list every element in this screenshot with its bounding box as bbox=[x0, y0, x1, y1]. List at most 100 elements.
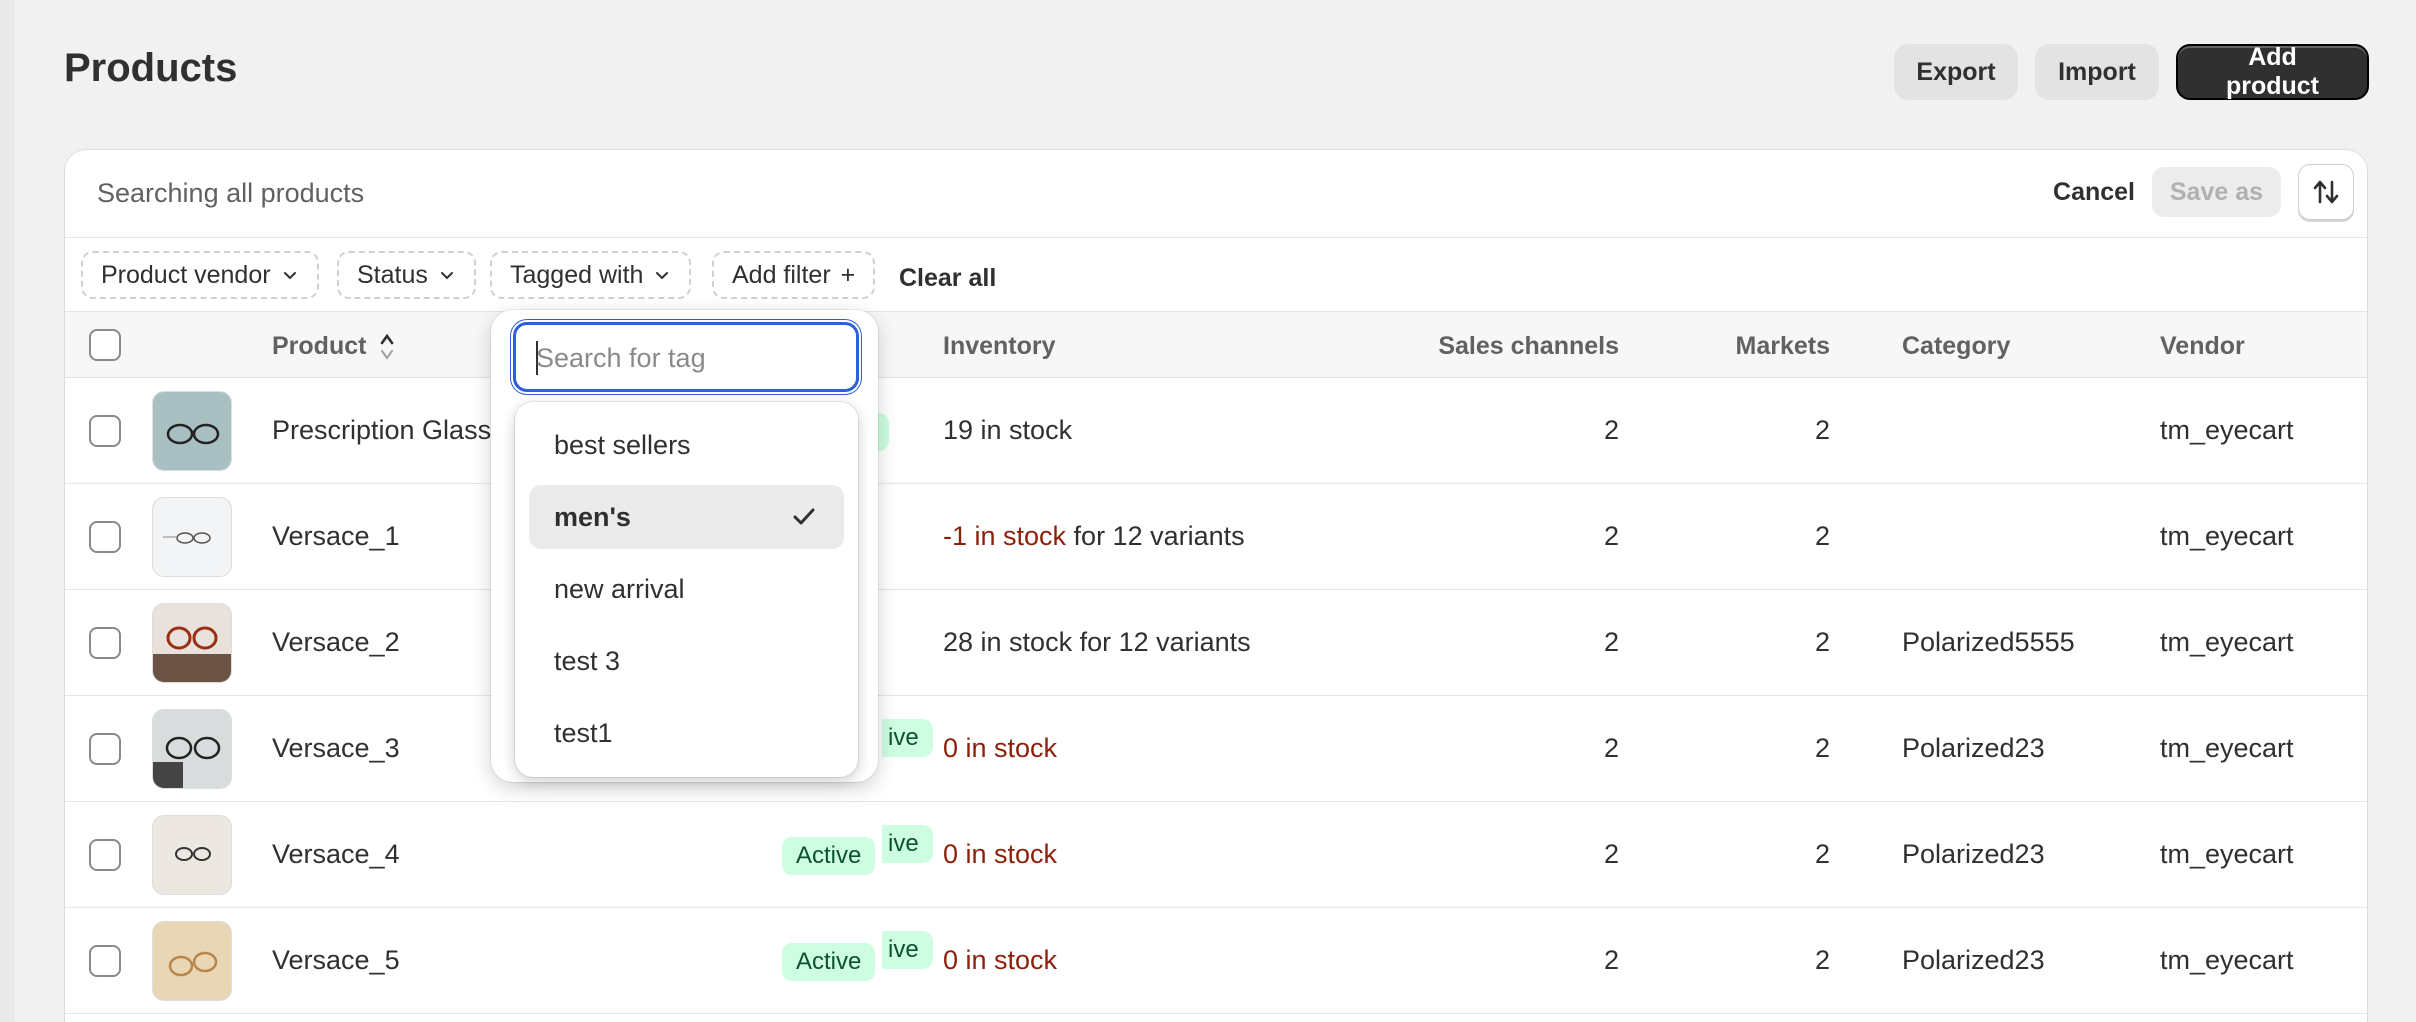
filter-tagged-with[interactable]: Tagged with bbox=[490, 251, 692, 299]
status-badge: Active bbox=[782, 943, 876, 981]
sales-channels-cell: 2 bbox=[1603, 945, 1619, 975]
import-button[interactable]: Import bbox=[2035, 44, 2159, 100]
product-thumbnail bbox=[152, 709, 232, 789]
table-row[interactable]: Versace_1 -1 in stock for 12 variants 2 … bbox=[65, 484, 2367, 590]
row-checkbox[interactable] bbox=[89, 521, 121, 553]
sales-channels-cell: 2 bbox=[1603, 521, 1619, 551]
filter-status[interactable]: Status bbox=[337, 251, 476, 299]
status-badge: Active bbox=[782, 837, 876, 875]
search-row: Searching all products Cancel Save as bbox=[65, 150, 2367, 238]
product-name[interactable]: Prescription Glass bbox=[272, 415, 491, 446]
row-checkbox[interactable] bbox=[89, 415, 121, 447]
vendor-cell: tm_eyecart bbox=[2160, 627, 2294, 657]
table-row[interactable]: Versace_5 Active 0 in stock 2 2 Polarize… bbox=[65, 908, 2367, 1014]
markets-cell: 2 bbox=[1814, 839, 1830, 869]
product-name[interactable]: Versace_4 bbox=[272, 839, 400, 870]
vendor-cell: tm_eyecart bbox=[2160, 945, 2294, 975]
status-badge-partial: ive bbox=[882, 719, 933, 757]
clear-all-button[interactable]: Clear all bbox=[899, 264, 996, 293]
plus-icon: + bbox=[840, 260, 856, 289]
table-header: Product Inventory Sales channels Markets… bbox=[65, 312, 2367, 378]
save-as-button[interactable]: Save as bbox=[2151, 167, 2281, 217]
sales-channels-cell: 2 bbox=[1603, 627, 1619, 657]
sales-channels-cell: 2 bbox=[1603, 415, 1619, 445]
inventory-cell: 19 in stock bbox=[943, 415, 1072, 446]
product-name[interactable]: Versace_2 bbox=[272, 627, 400, 658]
tag-option-label: test1 bbox=[554, 717, 613, 748]
row-checkbox[interactable] bbox=[89, 733, 121, 765]
left-rail bbox=[0, 0, 15, 1022]
product-name[interactable]: Versace_1 bbox=[272, 521, 400, 552]
markets-cell: 2 bbox=[1814, 415, 1830, 445]
tag-option-label: men's bbox=[554, 501, 631, 532]
cancel-search-button[interactable]: Cancel bbox=[2053, 178, 2135, 207]
export-button[interactable]: Export bbox=[1894, 44, 2018, 100]
header-actions: Export Import Add product bbox=[1894, 43, 2369, 100]
row-checkbox[interactable] bbox=[89, 839, 121, 871]
tag-option[interactable]: new arrival bbox=[529, 557, 844, 621]
tag-option-selected[interactable]: men's bbox=[529, 485, 844, 549]
tag-option-label: new arrival bbox=[554, 573, 685, 604]
chevron-down-icon bbox=[283, 272, 296, 280]
inventory-cell: 0 in stock bbox=[943, 945, 1057, 976]
product-thumbnail bbox=[152, 921, 232, 1001]
row-checkbox[interactable] bbox=[89, 945, 121, 977]
table-row[interactable]: Versace_2 28 in stock for 12 variants 2 … bbox=[65, 590, 2367, 696]
filter-product-vendor[interactable]: Product vendor bbox=[81, 251, 319, 299]
inventory-critical: -1 in stock bbox=[943, 521, 1067, 551]
category-cell: Polarized23 bbox=[1902, 733, 2045, 763]
page-title: Products bbox=[64, 46, 238, 90]
table-row[interactable]: Versace_4 Active 0 in stock 2 2 Polarize… bbox=[65, 802, 2367, 908]
chevron-down-icon bbox=[440, 272, 453, 280]
inventory-cell: 0 in stock bbox=[943, 733, 1057, 764]
column-label: Product bbox=[272, 332, 367, 360]
product-thumbnail bbox=[152, 391, 232, 471]
filter-label: Status bbox=[357, 260, 428, 289]
tag-search-input[interactable]: Search for tag bbox=[513, 322, 859, 392]
sales-channels-cell: 2 bbox=[1603, 733, 1619, 763]
vendor-cell: tm_eyecart bbox=[2160, 415, 2294, 445]
tag-option[interactable]: test1 bbox=[529, 701, 844, 765]
column-header-vendor[interactable]: Vendor bbox=[2160, 332, 2245, 361]
table-row[interactable]: Versace_3 0 in stock 2 2 Polarized23 tm_… bbox=[65, 696, 2367, 802]
inventory-text: 28 in stock for 12 variants bbox=[943, 627, 1251, 657]
sort-caret-icon bbox=[381, 334, 394, 361]
vendor-cell: tm_eyecart bbox=[2160, 839, 2294, 869]
tag-options-list: best sellers men's new arrival test 3 te… bbox=[515, 402, 858, 777]
add-product-button[interactable]: Add product bbox=[2176, 43, 2369, 100]
column-header-product[interactable]: Product bbox=[272, 332, 395, 362]
checkmark-icon bbox=[793, 508, 815, 525]
row-checkbox[interactable] bbox=[89, 627, 121, 659]
select-all-checkbox[interactable] bbox=[89, 329, 121, 361]
products-card: Searching all products Cancel Save as Pr… bbox=[64, 149, 2368, 1022]
table-row[interactable]: Prescription Glass 19 in stock 2 2 tm_ey… bbox=[65, 378, 2367, 484]
filters-row: Product vendor Status Tagged with Add fi… bbox=[65, 238, 2367, 312]
column-header-category[interactable]: Category bbox=[1902, 332, 2010, 361]
search-input[interactable]: Searching all products bbox=[97, 178, 364, 209]
tag-option[interactable]: test 3 bbox=[529, 629, 844, 693]
vendor-cell: tm_eyecart bbox=[2160, 733, 2294, 763]
add-filter-button[interactable]: Add filter + bbox=[712, 251, 876, 299]
column-header-inventory[interactable]: Inventory bbox=[943, 332, 1056, 361]
tag-option[interactable]: best sellers bbox=[529, 413, 844, 477]
product-thumbnail bbox=[152, 497, 232, 577]
sort-arrows-icon bbox=[2313, 180, 2339, 204]
product-thumbnail bbox=[152, 603, 232, 683]
markets-cell: 2 bbox=[1814, 945, 1830, 975]
markets-cell: 2 bbox=[1814, 627, 1830, 657]
product-name[interactable]: Versace_5 bbox=[272, 945, 400, 976]
filter-label: Tagged with bbox=[510, 260, 644, 289]
product-name[interactable]: Versace_3 bbox=[272, 733, 400, 764]
inventory-text: 19 in stock bbox=[943, 415, 1073, 445]
column-header-markets[interactable]: Markets bbox=[1625, 332, 1831, 361]
inventory-critical: 0 in stock bbox=[943, 839, 1058, 869]
inventory-text: for 12 variants bbox=[1066, 521, 1245, 551]
markets-cell: 2 bbox=[1814, 733, 1830, 763]
filter-label: Product vendor bbox=[101, 260, 271, 289]
column-header-sales-channels[interactable]: Sales channels bbox=[1365, 332, 1619, 361]
sort-button[interactable] bbox=[2298, 164, 2354, 220]
markets-cell: 2 bbox=[1814, 521, 1830, 551]
tag-filter-popover: Search for tag best sellers men's new ar… bbox=[491, 310, 878, 782]
inventory-cell: 28 in stock for 12 variants bbox=[943, 627, 1251, 658]
tag-search-placeholder: Search for tag bbox=[536, 343, 706, 373]
